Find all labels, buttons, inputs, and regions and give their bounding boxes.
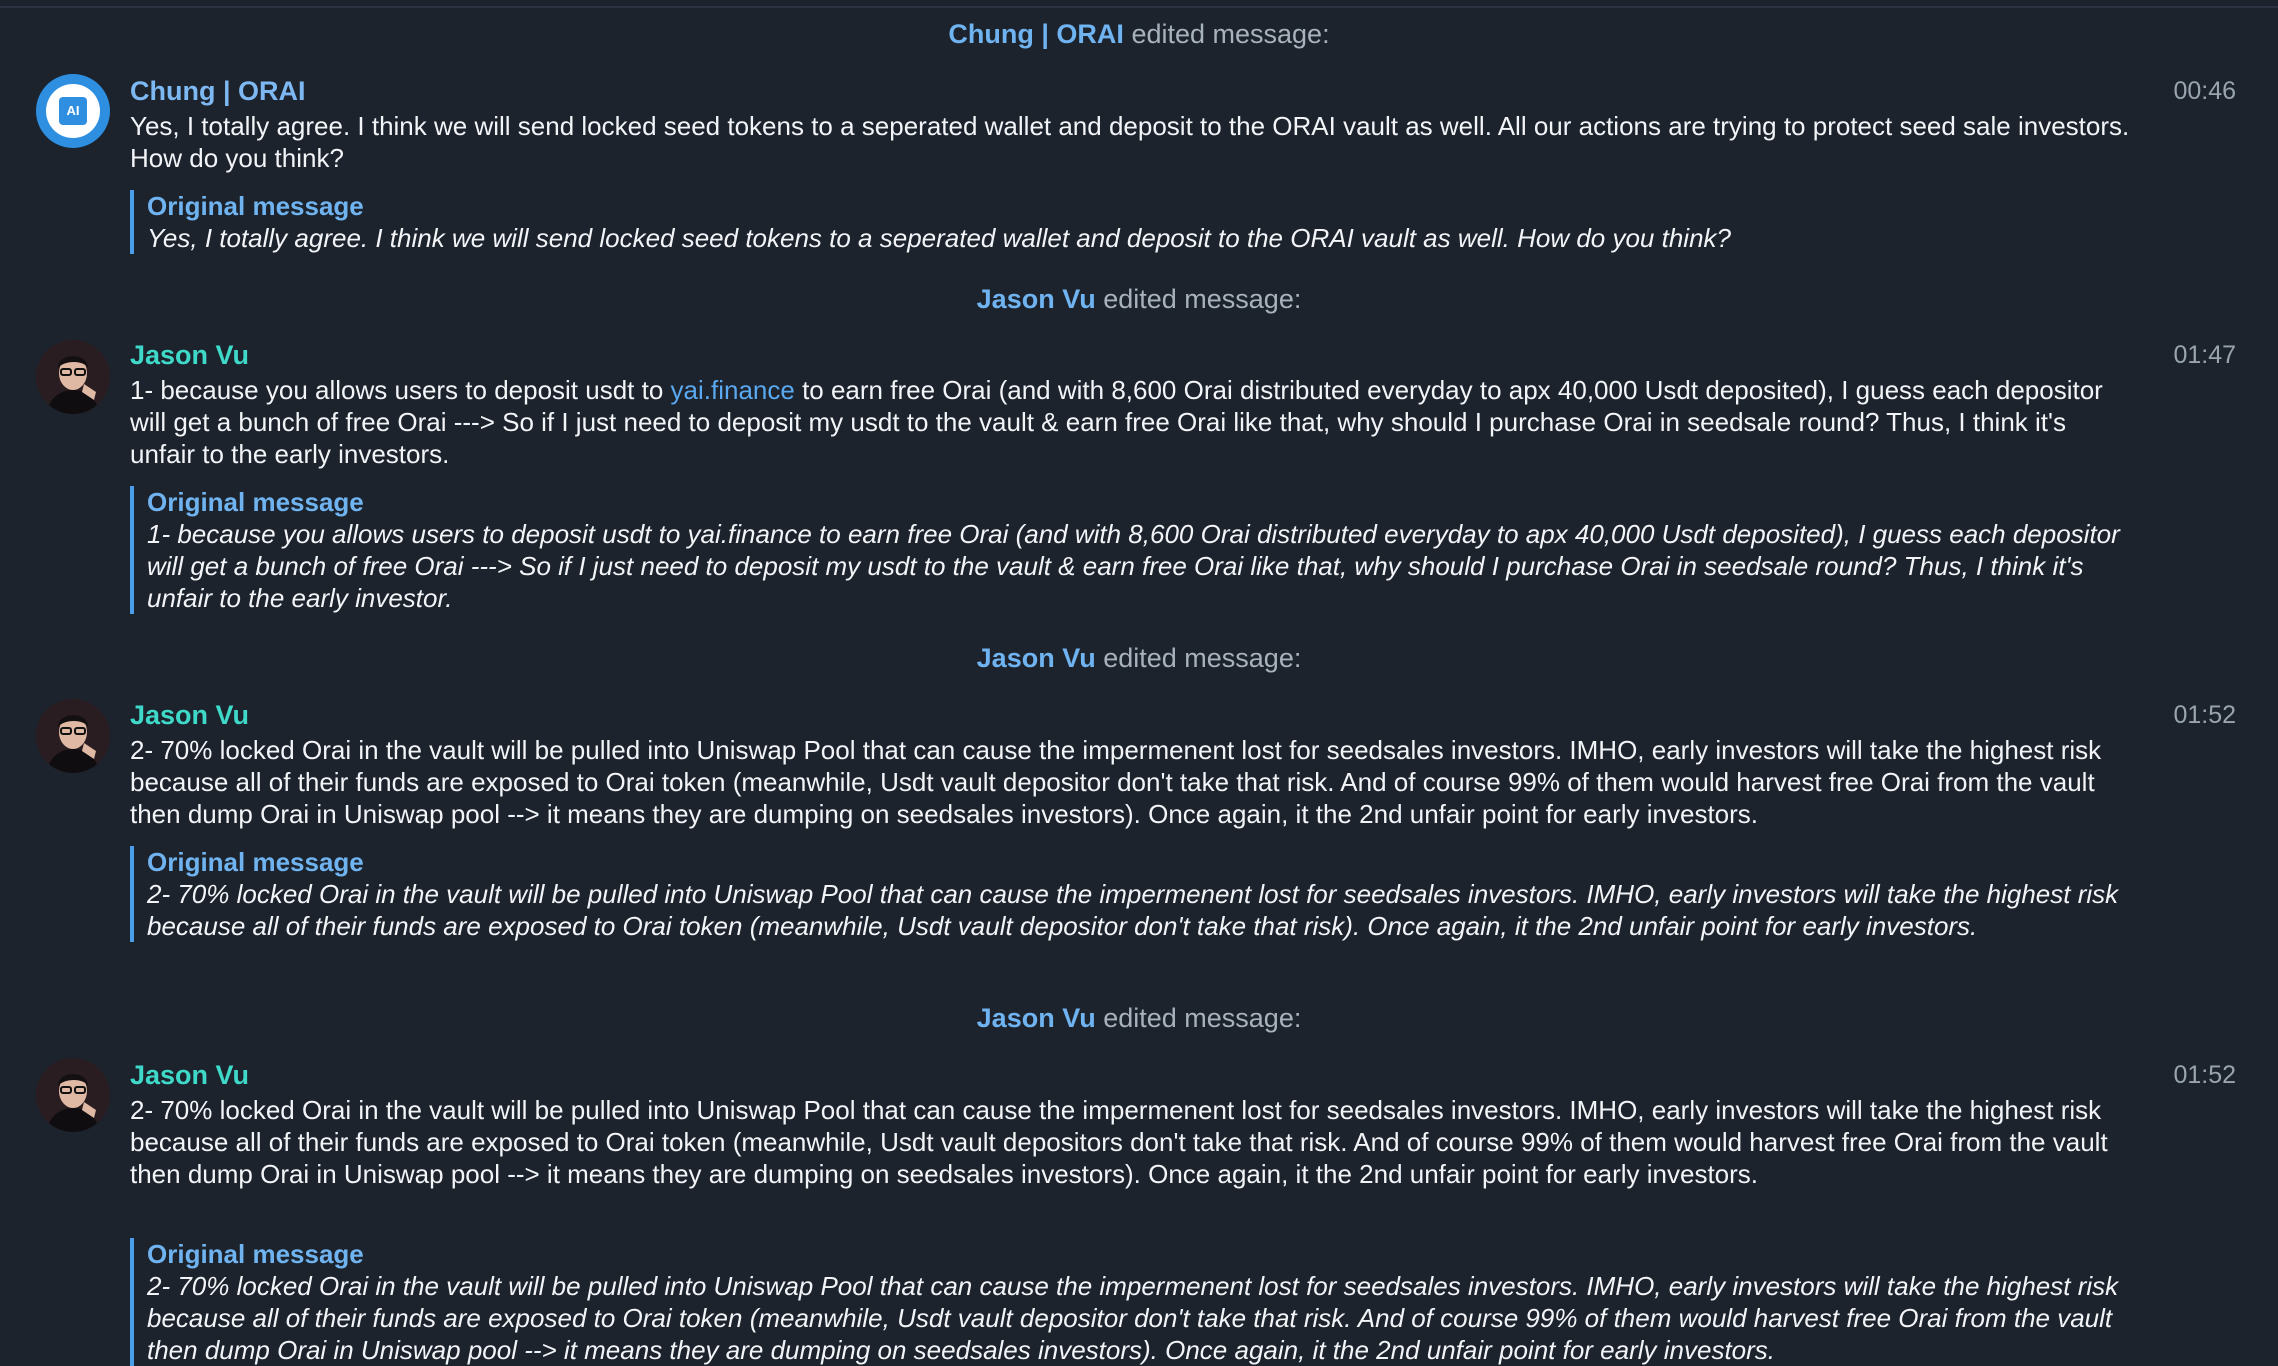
top-divider xyxy=(0,6,2278,8)
original-message-quote: Original message 1- because you allows u… xyxy=(130,486,2147,614)
notice-sender-name[interactable]: Chung | ORAI xyxy=(948,19,1124,49)
original-message-title: Original message xyxy=(147,191,364,221)
notice-text: edited message: xyxy=(1103,643,1302,673)
sender-name[interactable]: Jason Vu xyxy=(130,338,249,372)
message-time: 01:47 xyxy=(2173,341,2236,369)
message-text: Yes, I totally agree. I think we will se… xyxy=(130,111,2130,173)
original-message-text: Yes, I totally agree. I think we will se… xyxy=(147,223,1731,253)
avatar[interactable] xyxy=(36,1058,110,1132)
original-message-text: 2- 70% locked Orai in the vault will be … xyxy=(147,1271,2119,1365)
edit-notice: Jason Vu edited message: xyxy=(0,641,2278,675)
sender-name[interactable]: Jason Vu xyxy=(130,1058,249,1092)
original-message-quote: Original message Yes, I totally agree. I… xyxy=(130,190,2147,254)
edit-notice: Jason Vu edited message: xyxy=(0,1001,2278,1035)
avatar[interactable] xyxy=(36,340,110,414)
original-message-title: Original message xyxy=(147,487,364,517)
notice-sender-name[interactable]: Jason Vu xyxy=(977,284,1096,314)
original-message-text: 2- 70% locked Orai in the vault will be … xyxy=(147,879,2119,941)
original-message-quote: Original message 2- 70% locked Orai in t… xyxy=(130,1238,2147,1366)
notice-text: edited message: xyxy=(1103,284,1302,314)
message-text: 2- 70% locked Orai in the vault will be … xyxy=(130,735,2102,829)
message-time: 00:46 xyxy=(2173,77,2236,105)
message-text: 2- 70% locked Orai in the vault will be … xyxy=(130,1095,2108,1189)
notice-text: edited message: xyxy=(1131,19,1330,49)
message-time: 01:52 xyxy=(2173,701,2236,729)
notice-text: edited message: xyxy=(1103,1003,1302,1033)
notice-sender-name[interactable]: Jason Vu xyxy=(977,1003,1096,1033)
original-message-title: Original message xyxy=(147,1239,364,1269)
notice-sender-name[interactable]: Jason Vu xyxy=(977,643,1096,673)
avatar[interactable] xyxy=(36,699,110,773)
message-text: 1- because you allows users to deposit u… xyxy=(130,374,2130,470)
sender-name[interactable]: Jason Vu xyxy=(130,698,249,732)
avatar-logo-text: AI xyxy=(59,97,87,125)
user-photo-icon xyxy=(36,340,110,414)
message-time: 01:52 xyxy=(2173,1061,2236,1089)
original-message-title: Original message xyxy=(147,847,364,877)
message-text-part: 1- because you allows users to deposit u… xyxy=(130,375,671,405)
sender-name[interactable]: Chung | ORAI xyxy=(130,74,306,108)
message-link[interactable]: yai.finance xyxy=(671,375,795,405)
original-message-text: 1- because you allows users to deposit u… xyxy=(147,519,2120,613)
avatar[interactable]: AI xyxy=(36,74,110,148)
user-photo-icon xyxy=(36,699,110,773)
user-photo-icon xyxy=(36,1058,110,1132)
edit-notice: Jason Vu edited message: xyxy=(0,282,2278,316)
edit-notice: Chung | ORAI edited message: xyxy=(0,17,2278,51)
original-message-quote: Original message 2- 70% locked Orai in t… xyxy=(130,846,2147,942)
